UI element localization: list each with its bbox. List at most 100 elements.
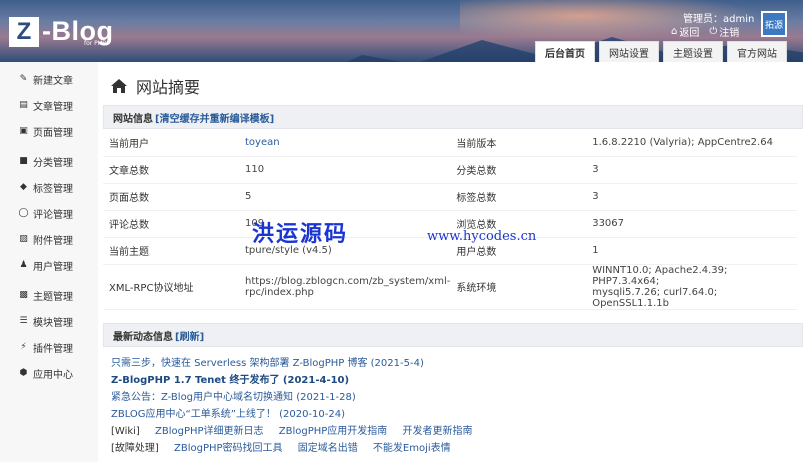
sidebar-item-label: 分类管理 (33, 157, 73, 169)
tab-theme-settings[interactable]: 主题设置 (663, 41, 723, 62)
sidebar-item-modules[interactable]: ☰ 模块管理 (0, 308, 98, 334)
wiki-prefix: [Wiki] (111, 426, 140, 437)
wiki-link[interactable]: ZBlogPHP应用开发指南 (279, 426, 388, 437)
refresh-link[interactable]: [刷新] (175, 328, 204, 343)
key-cell: 当前用户 (103, 129, 239, 157)
watermark-text: 洪运源码 (252, 221, 349, 247)
fix-link[interactable]: 固定域名出错 (298, 443, 358, 454)
theme-icon: ▩ (19, 290, 28, 300)
sidebar-item-label: 标签管理 (33, 183, 73, 195)
site-info-heading: 网站信息 (113, 113, 153, 125)
user-icon: ♟ (19, 260, 28, 270)
value-cell: 33067 (586, 210, 797, 238)
value-cell: https://blog.zblogcn.com/zb_system/xml- … (238, 264, 451, 310)
logo-subtitle: for PHP (84, 40, 106, 47)
sidebar-item-label: 页面管理 (33, 127, 73, 139)
news-item[interactable]: 只需三步，快速在 Serverless 架构部署 Z-BlogPHP 博客 (2… (111, 355, 472, 372)
news-list: 只需三步，快速在 Serverless 架构部署 Z-BlogPHP 博客 (2… (111, 355, 472, 457)
value-cell: toyean (238, 129, 451, 157)
sidebar-item-label: 用户管理 (33, 261, 73, 273)
key-cell: 分类总数 (450, 156, 587, 184)
value-cell: 3 (586, 183, 797, 211)
logout-label: 注销 (719, 28, 740, 39)
value-cell: 1.6.8.2210 (Valyria); AppCentre2.64 (586, 129, 797, 157)
sidebar-item-label: 插件管理 (33, 343, 73, 355)
sidebar-item-articles[interactable]: ▤ 文章管理 (0, 92, 98, 118)
fix-links-row: [故障处理] ZBlogPHP密码找回工具 固定域名出错 不能发Emoji表情 (111, 440, 472, 457)
sidebar-item-plugins[interactable]: ⚡ 插件管理 (0, 334, 98, 360)
sidebar-item-label: 主题管理 (33, 291, 73, 303)
home-icon: ⌂ (671, 26, 678, 37)
document-icon: ▤ (19, 100, 28, 110)
news-heading: 最新动态信息 (113, 331, 173, 343)
top-tabs: 后台首页 网站设置 主题设置 官方网站 (535, 41, 787, 62)
avatar[interactable]: 拓源 (761, 11, 787, 37)
key-cell: XML-RPC协议地址 (103, 264, 239, 310)
current-user-link[interactable]: toyean (245, 137, 280, 148)
sidebar-item-label: 应用中心 (33, 369, 73, 381)
sidebar-item-attachments[interactable]: ▨ 附件管理 (0, 226, 98, 252)
sidebar-item-users[interactable]: ♟ 用户管理 (0, 252, 98, 278)
sidebar-item-pages[interactable]: ▣ 页面管理 (0, 118, 98, 144)
sidebar-item-themes[interactable]: ▩ 主题管理 (0, 282, 98, 308)
environment-line1: WINNT10.0; Apache2.4.39; PHP7.3.4x64; (592, 264, 728, 287)
back-link[interactable]: ⌂ 返回 (671, 24, 699, 39)
sidebar-item-label: 评论管理 (33, 209, 73, 221)
tab-official-site[interactable]: 官方网站 (727, 41, 787, 62)
fix-link[interactable]: 不能发Emoji表情 (373, 443, 451, 454)
module-icon: ☰ (19, 316, 28, 326)
page-icon: ▣ (19, 126, 28, 136)
power-icon: ⏻ (709, 26, 718, 37)
sidebar-item-tags[interactable]: ◆ 标签管理 (0, 174, 98, 200)
sidebar-item-label: 附件管理 (33, 235, 73, 247)
fix-prefix: [故障处理] (111, 443, 159, 454)
wiki-links-row: [Wiki] ZBlogPHP详细更新日志 ZBlogPHP应用开发指南 开发者… (111, 423, 472, 440)
fix-link[interactable]: ZBlogPHP密码找回工具 (174, 443, 283, 454)
sidebar-item-label: 新建文章 (33, 75, 73, 87)
key-cell: 评论总数 (103, 210, 239, 238)
xmlrpc-url-line1: https://blog.zblogcn.com/zb_system/xml- (244, 275, 451, 287)
sidebar-item-app-center[interactable]: ⬢ 应用中心 (0, 360, 98, 386)
watermark-url: www.hycodes.cn (427, 229, 537, 244)
news-item[interactable]: 紧急公告：Z-Blog用户中心域名切换通知 (2021-1-28) (111, 389, 472, 406)
header-links: ⌂ 返回 ⏻ 注销 (671, 24, 739, 39)
site-info-table: 当前用户 toyean 当前版本 1.6.8.2210 (Valyria); A… (103, 129, 797, 310)
xmlrpc-url-line2: rpc/index.php (244, 286, 314, 298)
key-cell: 系统环境 (450, 264, 587, 310)
main-content: 网站摘要 网站信息 [清空缓存并重新编译模板] 当前用户 toyean 当前版本… (103, 62, 803, 462)
tag-icon: ◆ (20, 182, 27, 192)
plugin-icon: ⚡ (20, 342, 27, 352)
folder-icon: ■ (19, 156, 28, 166)
key-cell: 当前主题 (103, 237, 239, 265)
table-row: 页面总数 5 标签总数 3 (103, 183, 797, 211)
environment-line2: mysqli5.7.26; curl7.64.0; OpenSSL1.1.1b (592, 286, 718, 309)
sidebar-item-label: 文章管理 (33, 101, 73, 113)
key-cell: 页面总数 (103, 183, 239, 211)
logout-link[interactable]: ⏻ 注销 (709, 24, 739, 39)
admin-label: 管理员：admin (683, 14, 755, 25)
page-title-text: 网站摘要 (136, 78, 201, 97)
key-cell: 当前版本 (450, 129, 587, 157)
news-item[interactable]: Z-BlogPHP 1.7 Tenet 终于发布了 (2021-4-10) (111, 372, 472, 389)
tab-site-settings[interactable]: 网站设置 (599, 41, 659, 62)
sidebar-item-comments[interactable]: ◯ 评论管理 (0, 200, 98, 226)
clear-cache-link[interactable]: [清空缓存并重新编译模板] (155, 110, 274, 125)
attachment-icon: ▨ (19, 234, 28, 244)
sidebar: ✎ 新建文章 ▤ 文章管理 ▣ 页面管理 ■ 分类管理 ◆ 标签管理 ◯ 评论管… (0, 62, 98, 462)
page-title: 网站摘要 (110, 74, 200, 98)
table-row: 当前用户 toyean 当前版本 1.6.8.2210 (Valyria); A… (103, 129, 797, 157)
wiki-link[interactable]: ZBlogPHP详细更新日志 (155, 426, 264, 437)
key-cell: 标签总数 (450, 183, 587, 211)
tab-dashboard[interactable]: 后台首页 (535, 41, 595, 62)
sidebar-item-new-article[interactable]: ✎ 新建文章 (0, 66, 98, 92)
site-info-header: 网站信息 [清空缓存并重新编译模板] (103, 105, 803, 129)
sidebar-item-categories[interactable]: ■ 分类管理 (0, 148, 98, 174)
value-cell: 5 (238, 183, 451, 211)
wiki-link[interactable]: 开发者更新指南 (402, 426, 472, 437)
back-label: 返回 (679, 28, 700, 39)
app-center-icon: ⬢ (19, 368, 28, 378)
table-row: 文章总数 110 分类总数 3 (103, 156, 797, 184)
news-item[interactable]: ZBLOG应用中心“工单系统”上线了！ (2020-10-24) (111, 406, 472, 423)
header-banner: Z -Blog for PHP 管理员：admin ⌂ 返回 ⏻ 注销 拓源 后… (0, 0, 803, 62)
comment-icon: ◯ (18, 208, 29, 218)
